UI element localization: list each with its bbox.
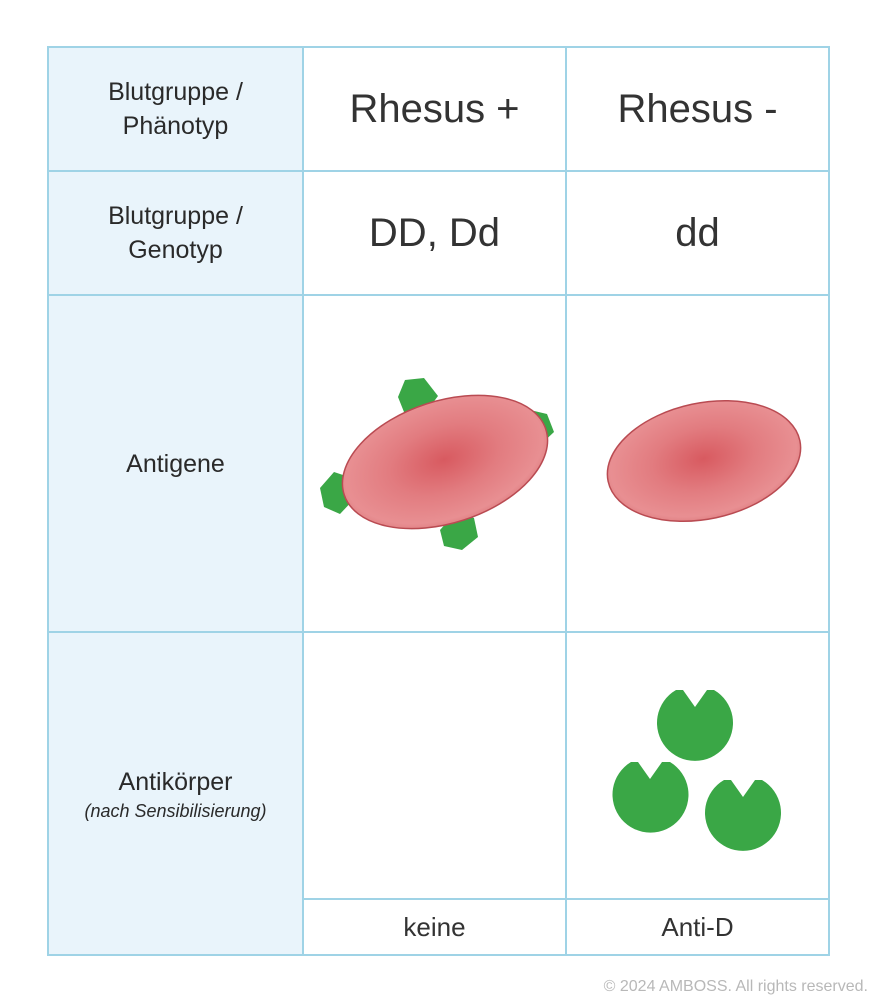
copyright-notice: © 2024 AMBOSS. All rights reserved.: [603, 978, 868, 995]
antibody-mark: [705, 780, 781, 851]
anti-d-antibody-icon: [612, 690, 781, 851]
antibody-mark: [657, 690, 733, 761]
antibody-mark: [612, 762, 689, 833]
